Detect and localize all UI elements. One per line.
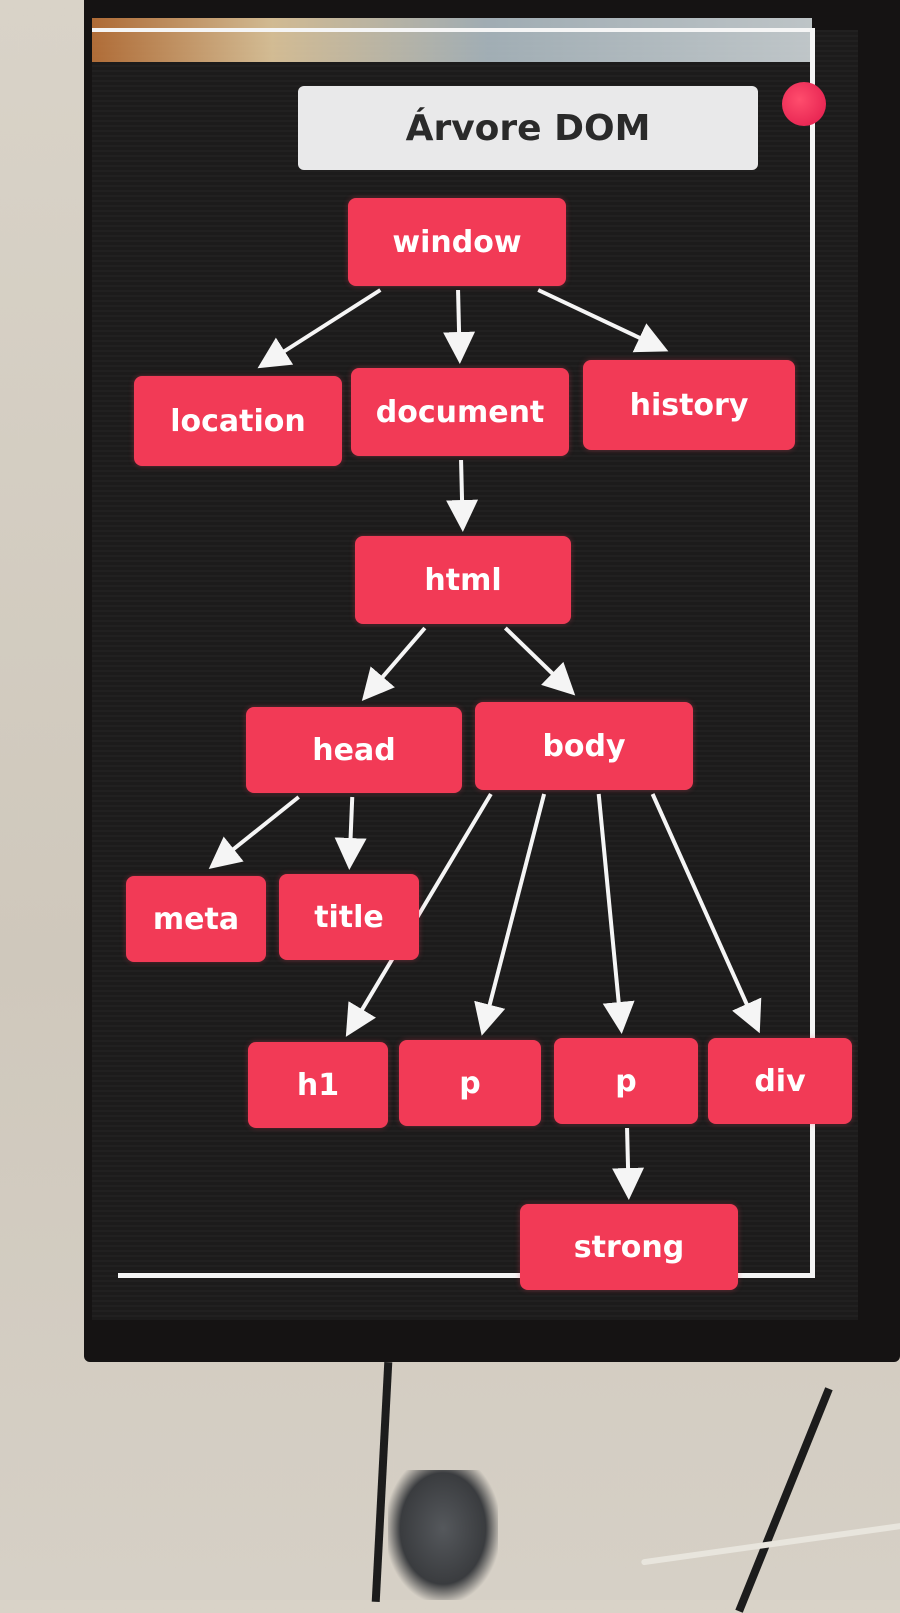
node-p-second: p — [554, 1038, 698, 1124]
node-div: div — [708, 1038, 852, 1124]
node-html: html — [355, 536, 571, 624]
node-location: location — [134, 376, 342, 466]
screen-glare — [92, 18, 812, 62]
frame-line-top — [92, 28, 812, 32]
node-history: history — [583, 360, 795, 450]
node-strong: strong — [520, 1204, 738, 1290]
record-dot-icon — [782, 82, 826, 126]
node-p-first: p — [399, 1040, 541, 1126]
diagram-title: Árvore DOM — [298, 86, 758, 170]
power-cable — [735, 1387, 833, 1613]
node-meta: meta — [126, 876, 266, 962]
node-head: head — [246, 707, 462, 793]
node-body: body — [475, 702, 693, 790]
node-h1: h1 — [248, 1042, 388, 1128]
node-title: title — [279, 874, 419, 960]
figurine — [388, 1470, 498, 1600]
node-document: document — [351, 368, 569, 456]
node-window: window — [348, 198, 566, 286]
